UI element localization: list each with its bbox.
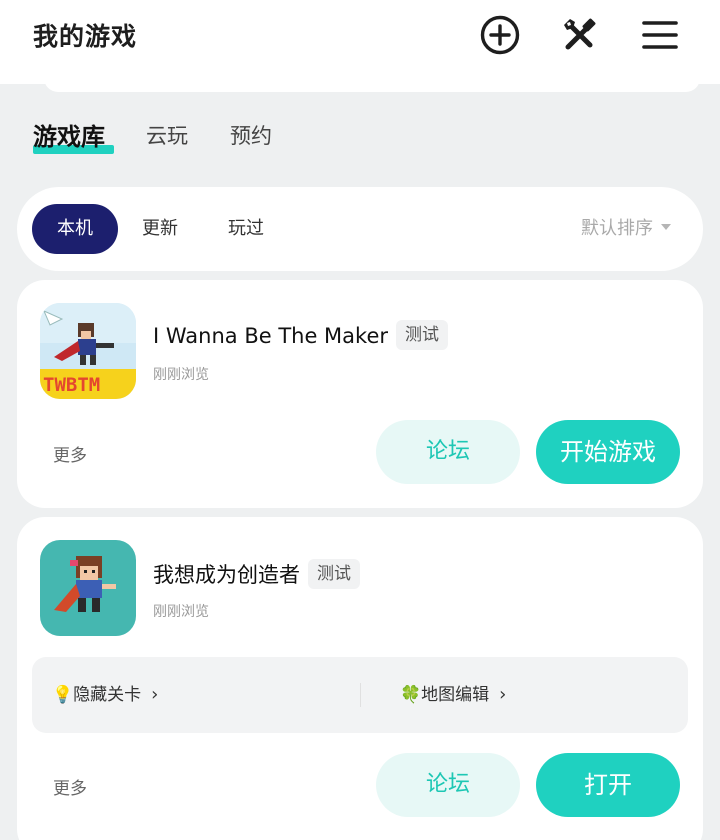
start-game-button[interactable]: 开始游戏 xyxy=(536,420,680,484)
sort-label: 默认排序 xyxy=(581,218,653,239)
last-browsed: 刚刚浏览 xyxy=(153,367,209,383)
caret-down-icon xyxy=(661,224,671,230)
tab-game-library[interactable]: 游戏库 xyxy=(33,117,114,154)
hidden-levels-link[interactable]: 💡隐藏关卡 › xyxy=(52,657,158,733)
tab-label: 游戏库 xyxy=(33,123,105,151)
test-badge: 测试 xyxy=(308,559,360,589)
open-button[interactable]: 打开 xyxy=(536,753,680,817)
last-browsed: 刚刚浏览 xyxy=(153,604,209,620)
page-title: 我的游戏 xyxy=(33,22,138,51)
app-header: 我的游戏 xyxy=(0,0,720,84)
game-name-text: 我想成为创造者 xyxy=(153,563,300,587)
menu-icon xyxy=(642,21,678,49)
tab-reservation[interactable]: 预约 xyxy=(230,120,272,150)
header-edge xyxy=(44,78,700,92)
game-card: 我想成为创造者 测试 刚刚浏览 💡隐藏关卡 › 🍀地图编辑 › 更多 论坛 打开 xyxy=(17,517,703,840)
game-artwork: TWBTM xyxy=(40,303,136,399)
svg-text:TWBTM: TWBTM xyxy=(43,374,100,396)
game-title: I Wanna Be The Maker 测试 xyxy=(153,320,449,352)
clover-icon: 🍀 xyxy=(400,685,422,705)
chevron-right-icon: › xyxy=(499,684,507,705)
feature-label: 地图编辑 xyxy=(421,685,490,705)
sort-dropdown[interactable]: 默认排序 xyxy=(581,204,671,254)
lightbulb-icon: 💡 xyxy=(52,685,74,705)
game-name-text: I Wanna Be The Maker xyxy=(153,324,389,348)
more-button[interactable]: 更多 xyxy=(53,441,87,466)
feature-shortcuts: 💡隐藏关卡 › 🍀地图编辑 › xyxy=(32,657,688,733)
feature-label: 隐藏关卡 xyxy=(73,685,142,705)
game-artwork xyxy=(40,540,136,636)
divider xyxy=(360,683,361,707)
game-title: 我想成为创造者 测试 xyxy=(153,559,360,591)
tools-button[interactable] xyxy=(557,12,603,58)
add-game-button[interactable] xyxy=(477,12,523,58)
map-editor-link[interactable]: 🍀地图编辑 › xyxy=(400,657,506,733)
tools-icon xyxy=(564,18,596,50)
forum-button[interactable]: 论坛 xyxy=(376,753,520,817)
more-button[interactable]: 更多 xyxy=(53,774,87,799)
game-card: TWBTM I Wanna Be The Maker 测试 刚刚浏览 更多 论坛 … xyxy=(17,280,703,508)
tab-cloud-play[interactable]: 云玩 xyxy=(146,120,188,150)
game-icon[interactable] xyxy=(40,540,136,636)
filter-updated[interactable]: 更新 xyxy=(142,204,178,254)
test-badge: 测试 xyxy=(396,320,449,350)
chevron-right-icon: › xyxy=(151,684,159,705)
plus-circle-icon xyxy=(480,15,520,55)
forum-button[interactable]: 论坛 xyxy=(376,420,520,484)
filter-bar: 本机 更新 玩过 默认排序 xyxy=(17,187,703,271)
filter-played[interactable]: 玩过 xyxy=(228,204,264,254)
filter-local[interactable]: 本机 xyxy=(32,204,118,254)
game-icon[interactable]: TWBTM xyxy=(40,303,136,399)
menu-button[interactable] xyxy=(637,12,683,58)
